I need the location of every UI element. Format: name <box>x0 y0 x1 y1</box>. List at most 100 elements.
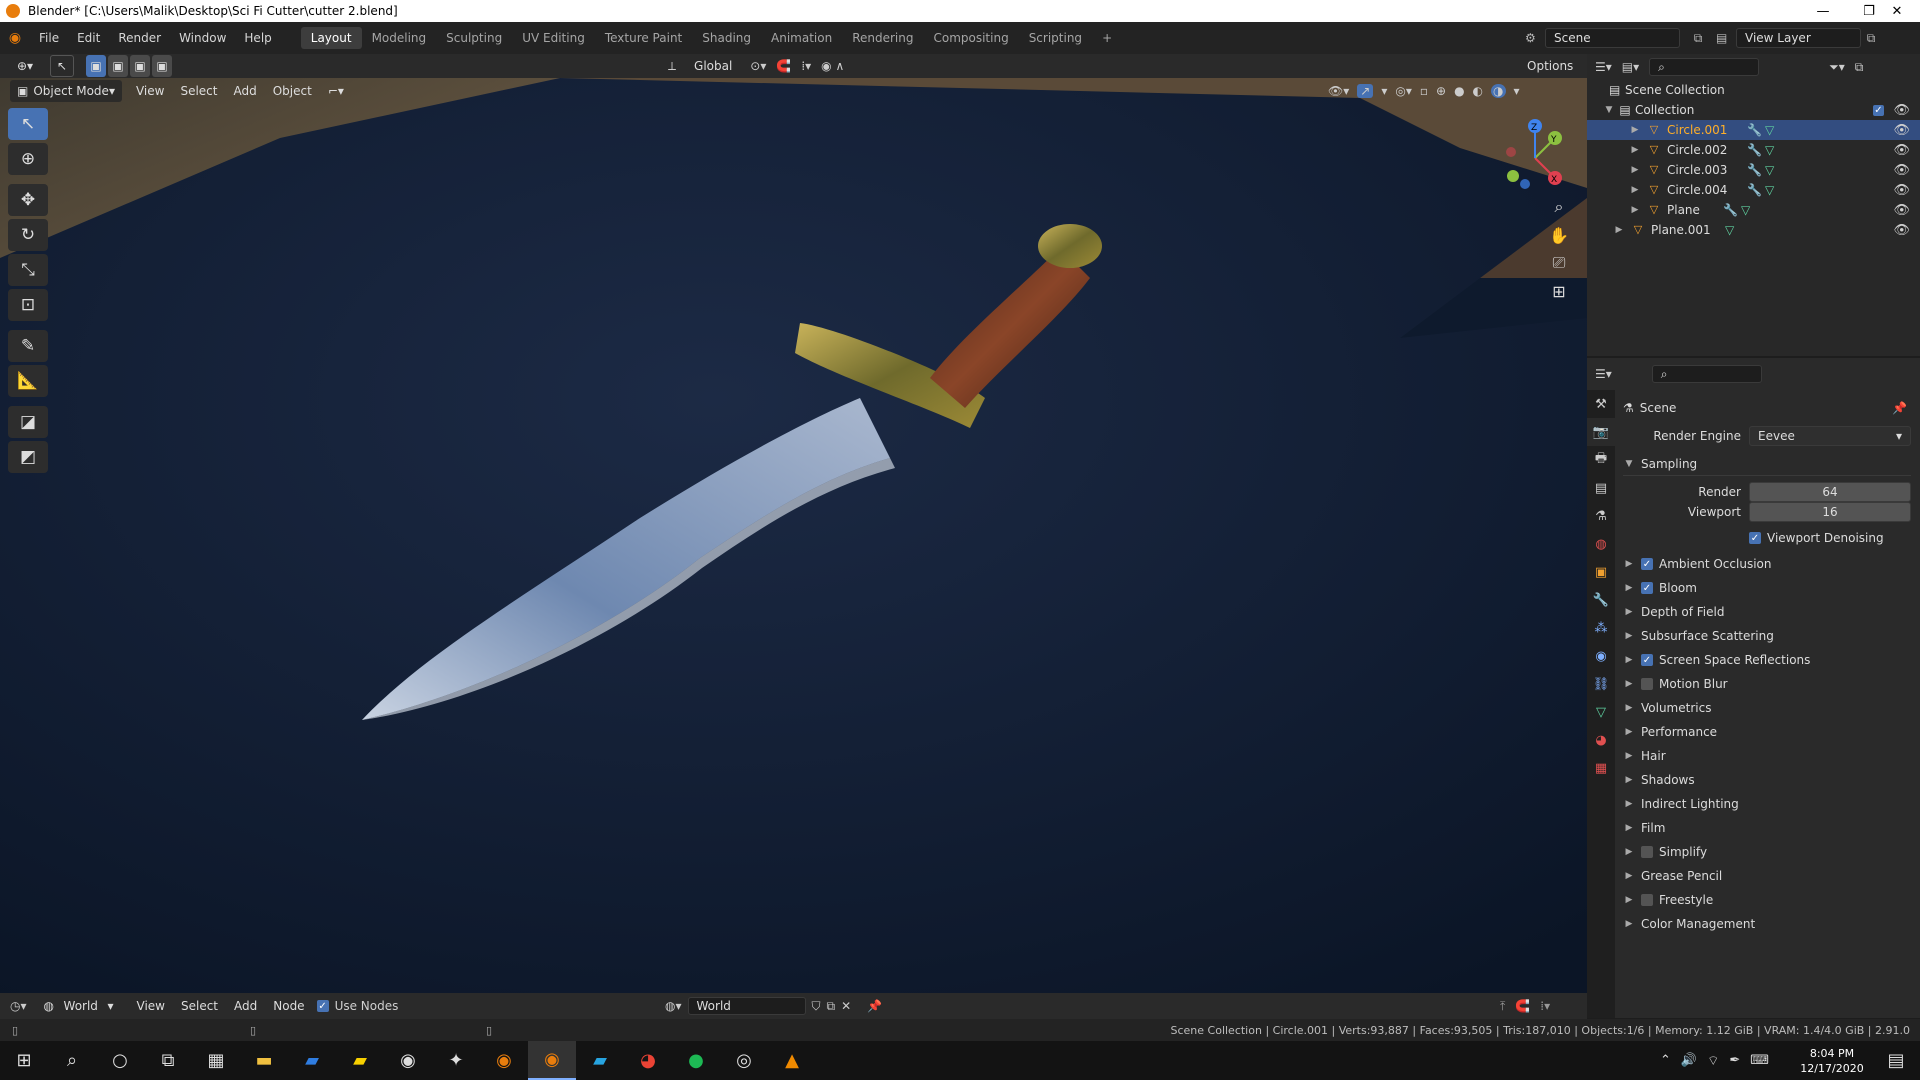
spotify-icon[interactable]: ● <box>672 1041 720 1080</box>
node-editor-icon[interactable]: ◷▾ <box>10 999 27 1013</box>
tab-rendering[interactable]: Rendering <box>842 27 923 49</box>
object-tab-icon[interactable]: ▣ <box>1587 558 1615 586</box>
blender-active-icon[interactable]: ◉ <box>528 1041 576 1080</box>
menu-render[interactable]: Render <box>109 31 170 45</box>
panel-color-management[interactable]: ▶ Color Management <box>1623 912 1911 936</box>
node-menu-select[interactable]: Select <box>173 999 226 1013</box>
notifications-icon[interactable]: ▤ <box>1872 1041 1920 1080</box>
render-tab-icon[interactable]: 📷 <box>1587 418 1615 446</box>
menu-file[interactable]: File <box>30 31 68 45</box>
gizmo-toggle-icon[interactable]: ↗ <box>1357 84 1374 98</box>
modifier-icon[interactable]: 🔧 <box>1747 123 1762 137</box>
expand-icon[interactable]: ▶ <box>1629 185 1641 195</box>
app-icon[interactable]: ◉ <box>384 1041 432 1080</box>
mesh-data-icon[interactable]: ▽ <box>1765 143 1774 157</box>
outliner-row-circle-004[interactable]: ▶ ▽ Circle.004 🔧 ▽ 👁 <box>1587 180 1920 200</box>
panel-performance[interactable]: ▶ Performance <box>1623 720 1911 744</box>
select-tool-icon[interactable]: ↖ <box>50 55 74 77</box>
parent-node-icon[interactable]: ⤒ <box>1500 999 1505 1014</box>
modifier-icon[interactable]: 🔧 <box>1723 203 1738 217</box>
eye-icon[interactable]: 👁 <box>1893 123 1910 138</box>
panel-checkbox[interactable]: ✓ <box>1641 654 1653 666</box>
axis-gizmo[interactable]: X Y Z <box>1495 118 1575 198</box>
tab-scripting[interactable]: Scripting <box>1019 27 1092 49</box>
menu-view[interactable]: View <box>128 84 172 98</box>
filter-icon[interactable]: ⏷▾ <box>1829 60 1845 75</box>
snap-mode-icon[interactable]: ⁞▾ <box>1540 999 1550 1014</box>
scene-tab-icon[interactable]: ⚗ <box>1587 502 1615 530</box>
panel-simplify[interactable]: ▶ Simplify <box>1623 840 1911 864</box>
app-icon[interactable]: ✦ <box>432 1041 480 1080</box>
shader-type-dropdown[interactable]: ◍ World ▾ <box>36 995 121 1017</box>
eye-icon[interactable]: 👁 <box>1893 203 1910 218</box>
panel-checkbox[interactable] <box>1641 846 1653 858</box>
menu-select[interactable]: Select <box>172 84 225 98</box>
use-nodes-checkbox[interactable]: ✓ <box>316 1000 329 1012</box>
panel-indirect-lighting[interactable]: ▶ Indirect Lighting <box>1623 792 1911 816</box>
expand-icon[interactable]: ▼ <box>1623 459 1635 469</box>
snap-icon[interactable]: 🧲 <box>1515 999 1530 1014</box>
outliner-row-circle-001[interactable]: ▶ ▽ Circle.001 🔧 ▽ 👁 <box>1587 120 1920 140</box>
snap-target-icon[interactable]: ⁞▾ <box>801 59 811 73</box>
tab-compositing[interactable]: Compositing <box>923 27 1018 49</box>
3d-viewport[interactable]: X Y Z ⌕ ✋ ⎚ ⊞ <box>0 78 1587 993</box>
panel-checkbox[interactable] <box>1641 894 1653 906</box>
chrome-icon[interactable]: ◕ <box>624 1041 672 1080</box>
render-samples-field[interactable]: 64 <box>1749 482 1911 502</box>
node-menu-view[interactable]: View <box>129 999 173 1013</box>
search-icon[interactable]: ⌕ <box>48 1041 96 1080</box>
app-icon[interactable]: ▦ <box>192 1041 240 1080</box>
eye-icon[interactable]: 👁 <box>1893 183 1910 198</box>
expand-icon[interactable]: ▶ <box>1623 655 1635 665</box>
collection-exclude-checkbox[interactable]: ✓ <box>1873 104 1884 116</box>
modifier-icon[interactable]: 🔧 <box>1747 183 1762 197</box>
add-cube-tool-icon[interactable]: ◪ <box>8 406 48 438</box>
tab-modeling[interactable]: Modeling <box>362 27 437 49</box>
pan-hand-icon[interactable]: ✋ <box>1545 221 1573 249</box>
modifier-icon[interactable]: 🔧 <box>1747 163 1762 177</box>
fake-user-icon[interactable]: ⛉ <box>812 999 821 1014</box>
viewport-denoising-checkbox[interactable]: ✓ <box>1749 532 1761 544</box>
texture-tab-icon[interactable]: ▦ <box>1587 754 1615 782</box>
mesh-data-icon[interactable]: ▽ <box>1741 203 1750 217</box>
data-tab-icon[interactable]: ▽ <box>1587 698 1615 726</box>
measure-tool-icon[interactable]: 📐 <box>8 365 48 397</box>
output-tab-icon[interactable]: 🖶 <box>1587 446 1615 474</box>
menu-help[interactable]: Help <box>235 31 280 45</box>
new-scene-icon[interactable]: ⧉ <box>1680 31 1716 46</box>
overlay-icon[interactable]: ◎▾ <box>1395 84 1412 98</box>
eye-icon[interactable]: 👁 <box>1893 223 1910 238</box>
annotate-tool-icon[interactable]: ✎ <box>8 330 48 362</box>
network-icon[interactable]: ⌔ <box>1707 1053 1719 1069</box>
close-button[interactable]: ✕ <box>1874 0 1920 22</box>
gpencil-icon[interactable]: ⌐▾ <box>320 84 352 98</box>
panel-ambient-occlusion[interactable]: ▶ ✓ Ambient Occlusion <box>1623 552 1911 576</box>
scene-field[interactable]: Scene <box>1545 28 1680 48</box>
material-shading-icon[interactable]: ◐ <box>1473 84 1483 98</box>
pivot-icon[interactable]: ⊙▾ <box>750 59 766 73</box>
app-icon[interactable]: ◎ <box>720 1041 768 1080</box>
blender-icon[interactable]: ◉ <box>480 1041 528 1080</box>
keyboard-icon[interactable]: ⌨ <box>1750 1053 1769 1068</box>
panel-grease-pencil[interactable]: ▶ Grease Pencil <box>1623 864 1911 888</box>
wireframe-shading-icon[interactable]: ⊕ <box>1436 84 1446 98</box>
volume-icon[interactable]: 🔊 <box>1681 1053 1697 1068</box>
move-tool-icon[interactable]: ✥ <box>8 184 48 216</box>
select-mode-subtract-icon[interactable]: ▣ <box>130 55 150 77</box>
cortana-icon[interactable]: ○ <box>96 1041 144 1080</box>
windows-start-icon[interactable]: ⊞ <box>0 1041 48 1080</box>
outliner-row-scene-collection[interactable]: ▤ Scene Collection <box>1587 80 1920 100</box>
view-layer-field[interactable]: View Layer <box>1736 28 1861 48</box>
transform-tool-icon[interactable]: ⊡ <box>8 289 48 321</box>
select-mode-new-icon[interactable]: ▣ <box>86 55 106 77</box>
mesh-data-icon[interactable]: ▽ <box>1725 223 1734 237</box>
visibility-icon[interactable]: 👁▾ <box>1328 84 1349 98</box>
expand-icon[interactable]: ▶ <box>1623 895 1635 905</box>
panel-freestyle[interactable]: ▶ Freestyle <box>1623 888 1911 912</box>
expand-icon[interactable]: ▶ <box>1629 145 1641 155</box>
node-menu-node[interactable]: Node <box>265 999 312 1013</box>
app-icon[interactable]: ▰ <box>288 1041 336 1080</box>
transform-orientation-dropdown[interactable]: Global <box>686 59 740 73</box>
xray-icon[interactable]: ▫ <box>1420 84 1428 98</box>
zoom-icon[interactable]: ⌕ <box>1545 193 1573 221</box>
